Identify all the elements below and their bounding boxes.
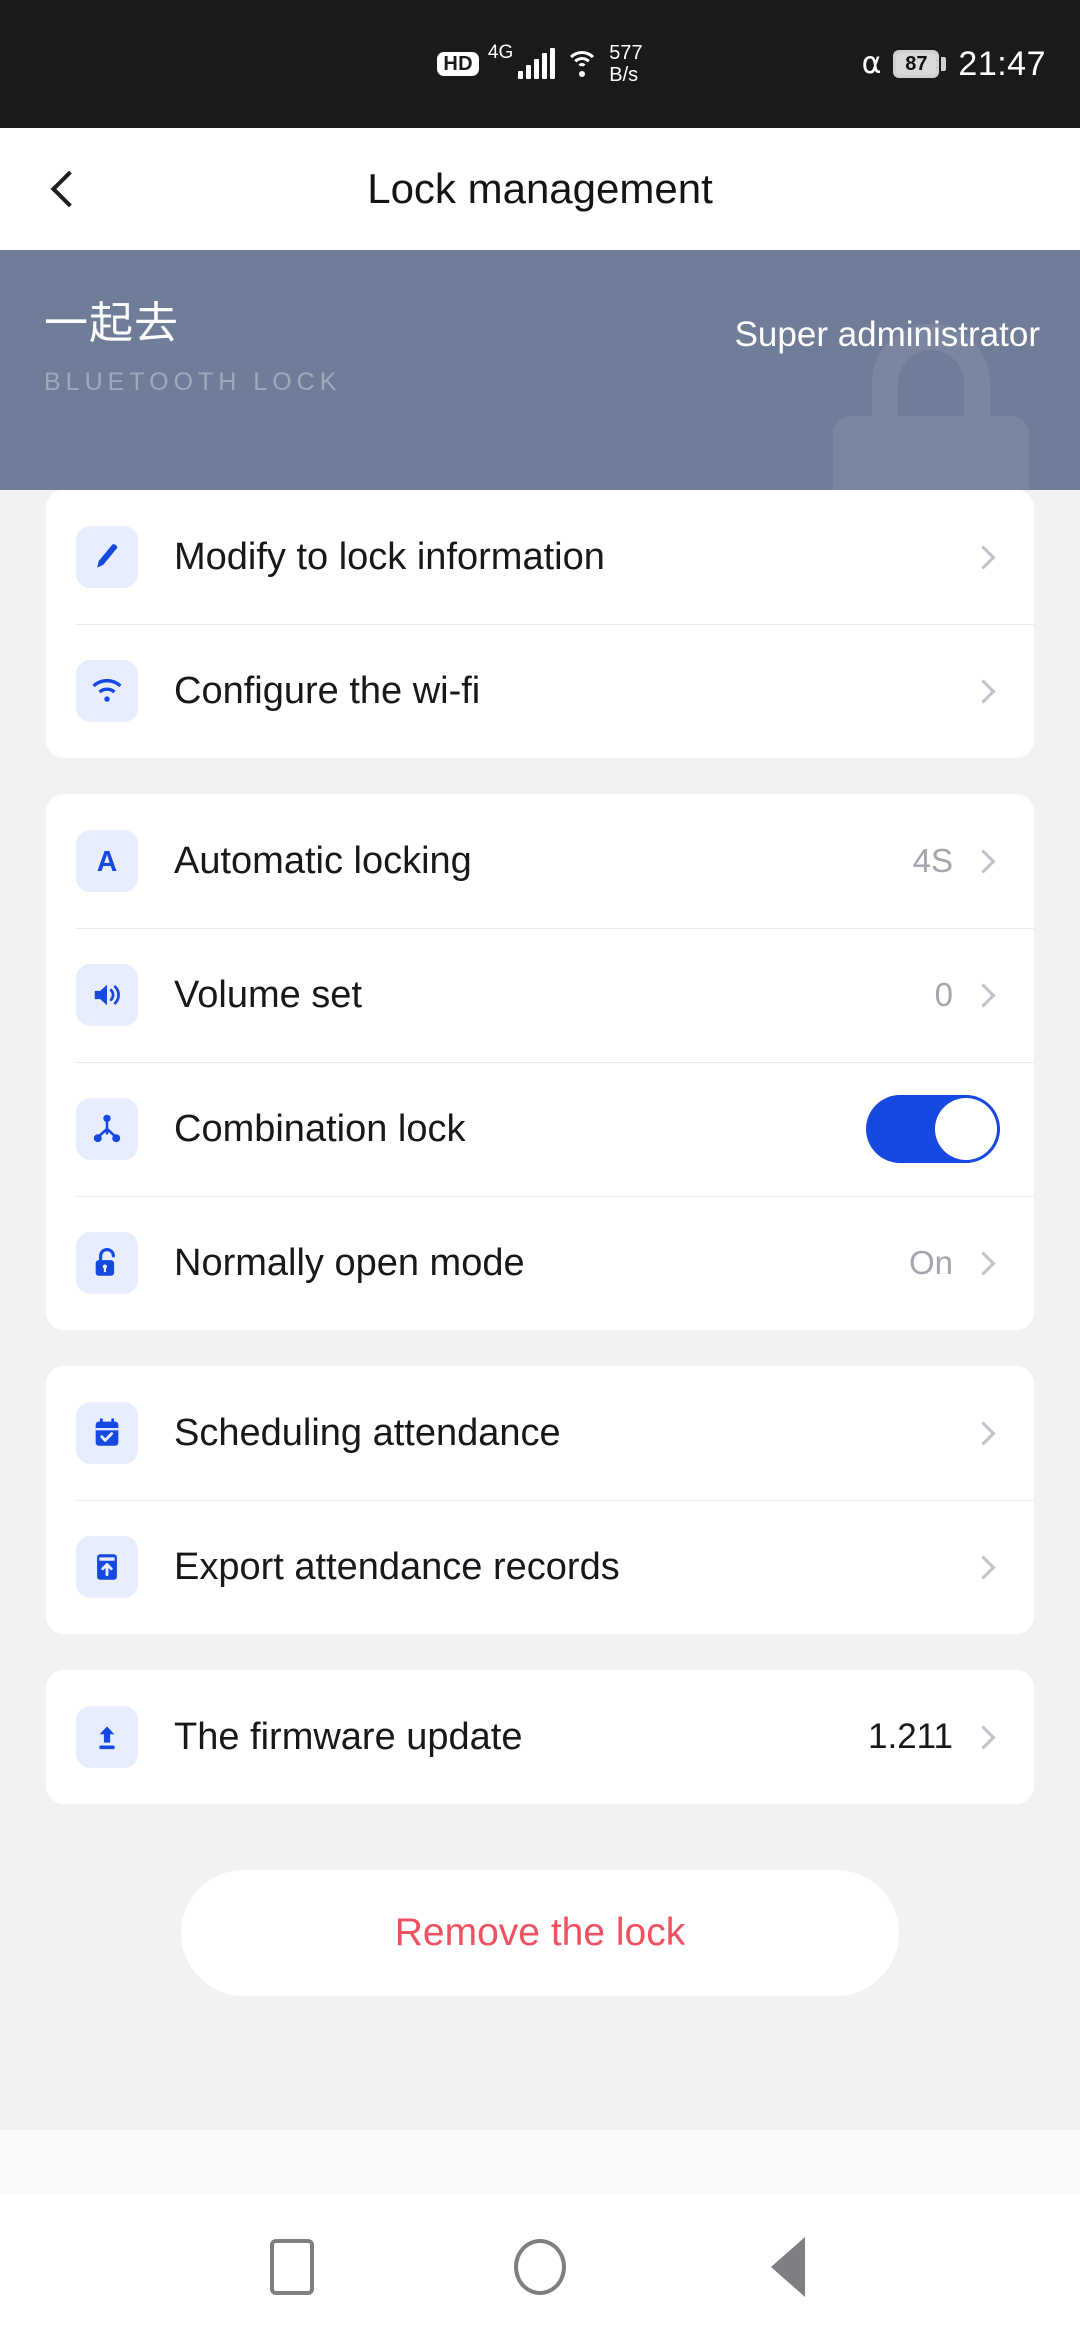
row-value: 0 bbox=[934, 976, 953, 1013]
row-volume-set[interactable]: Volume set 0 bbox=[46, 928, 1034, 1062]
status-bar-clock: 21:47 bbox=[958, 44, 1046, 83]
unlocked-padlock-icon bbox=[76, 1232, 138, 1294]
triangle-left-icon bbox=[771, 2237, 805, 2297]
device-banner: 一起去 BLUETOOTH LOCK Super administrator bbox=[0, 250, 1080, 490]
letter-a-icon: A bbox=[76, 830, 138, 892]
android-navigation-bar bbox=[0, 2194, 1080, 2340]
row-label: Modify to lock information bbox=[174, 535, 605, 578]
row-label: Export attendance records bbox=[174, 1545, 620, 1588]
chevron-right-icon bbox=[971, 848, 996, 874]
device-subtitle: BLUETOOTH LOCK bbox=[44, 368, 342, 396]
admin-role-label: Super administrator bbox=[734, 315, 1040, 354]
shield-key-icon bbox=[677, 310, 721, 360]
remove-lock-button[interactable]: Remove the lock bbox=[181, 1870, 899, 1996]
row-label: Normally open mode bbox=[174, 1241, 525, 1284]
upload-arrow-icon bbox=[76, 1706, 138, 1768]
network-speed-unit: B/s bbox=[609, 64, 639, 86]
row-label: Volume set bbox=[174, 973, 362, 1016]
signal-bars-icon bbox=[518, 48, 556, 79]
chevron-right-icon bbox=[971, 544, 996, 570]
combination-lock-toggle[interactable] bbox=[866, 1095, 1000, 1163]
settings-card-device: Modify to lock information Configure the… bbox=[46, 490, 1034, 758]
chevron-right-icon bbox=[971, 1420, 996, 1446]
settings-list: Modify to lock information Configure the… bbox=[0, 490, 1080, 2130]
pencil-icon bbox=[76, 526, 138, 588]
row-firmware-update[interactable]: The firmware update 1.211 bbox=[46, 1670, 1034, 1804]
row-combination-lock[interactable]: Combination lock bbox=[46, 1062, 1034, 1196]
row-scheduling-attendance[interactable]: Scheduling attendance bbox=[46, 1366, 1034, 1500]
row-value: 4S bbox=[912, 842, 953, 879]
network-generation-label: 4G bbox=[487, 42, 514, 63]
row-modify-lock-information[interactable]: Modify to lock information bbox=[46, 490, 1034, 624]
wifi-icon bbox=[564, 49, 600, 79]
settings-card-behavior: A Automatic locking 4S Volume set 0 Comb… bbox=[46, 794, 1034, 1330]
status-bar-right-group: ⍺ 87 21:47 bbox=[862, 45, 1046, 84]
row-value: On bbox=[908, 1244, 953, 1281]
back-button[interactable] bbox=[0, 128, 132, 250]
app-header: Lock management bbox=[0, 128, 1080, 250]
row-label: Configure the wi-fi bbox=[174, 669, 481, 712]
row-label: The firmware update bbox=[174, 1715, 523, 1758]
battery-icon: 87 bbox=[893, 50, 947, 78]
network-speed: 577 B/s bbox=[609, 42, 642, 86]
square-icon bbox=[270, 2239, 314, 2295]
chevron-right-icon bbox=[971, 1724, 996, 1750]
chevron-left-icon bbox=[50, 170, 88, 208]
fingerprint-node-icon bbox=[76, 1098, 138, 1160]
chevron-right-icon bbox=[971, 982, 996, 1008]
hd-icon: HD bbox=[437, 52, 479, 76]
row-normally-open-mode[interactable]: Normally open mode On bbox=[46, 1196, 1034, 1330]
nav-recents-button[interactable] bbox=[192, 2239, 392, 2295]
row-configure-wifi[interactable]: Configure the wi-fi bbox=[46, 624, 1034, 758]
page-title: Lock management bbox=[367, 165, 713, 212]
calendar-check-icon bbox=[76, 1402, 138, 1464]
circle-icon bbox=[514, 2239, 566, 2295]
svg-text:A: A bbox=[97, 846, 117, 878]
chevron-right-icon bbox=[971, 678, 996, 704]
battery-level-label: 87 bbox=[893, 50, 940, 78]
settings-card-firmware: The firmware update 1.211 bbox=[46, 1670, 1034, 1804]
network-speed-value: 577 bbox=[609, 42, 643, 64]
chevron-right-icon bbox=[971, 1554, 996, 1580]
nav-back-button[interactable] bbox=[688, 2237, 888, 2297]
bluetooth-icon: ⍺ bbox=[861, 47, 882, 80]
row-label: Scheduling attendance bbox=[174, 1411, 561, 1454]
wifi-icon bbox=[76, 660, 138, 722]
admin-role-badge: Super administrator bbox=[677, 310, 1040, 360]
nav-home-button[interactable] bbox=[440, 2239, 640, 2295]
row-automatic-locking[interactable]: A Automatic locking 4S bbox=[46, 794, 1034, 928]
chevron-right-icon bbox=[971, 1250, 996, 1276]
row-label: Automatic locking bbox=[174, 839, 472, 882]
export-box-icon bbox=[76, 1536, 138, 1598]
settings-card-attendance: Scheduling attendance Export attendance … bbox=[46, 1366, 1034, 1634]
volume-icon bbox=[76, 964, 138, 1026]
nav-divider-strip bbox=[0, 2130, 1080, 2194]
row-value: 1.211 bbox=[868, 1717, 953, 1756]
row-label: Combination lock bbox=[174, 1107, 466, 1150]
status-bar: HD 4G 577 B/s ⍺ 87 21:47 bbox=[0, 0, 1080, 128]
row-export-attendance-records[interactable]: Export attendance records bbox=[46, 1500, 1034, 1634]
